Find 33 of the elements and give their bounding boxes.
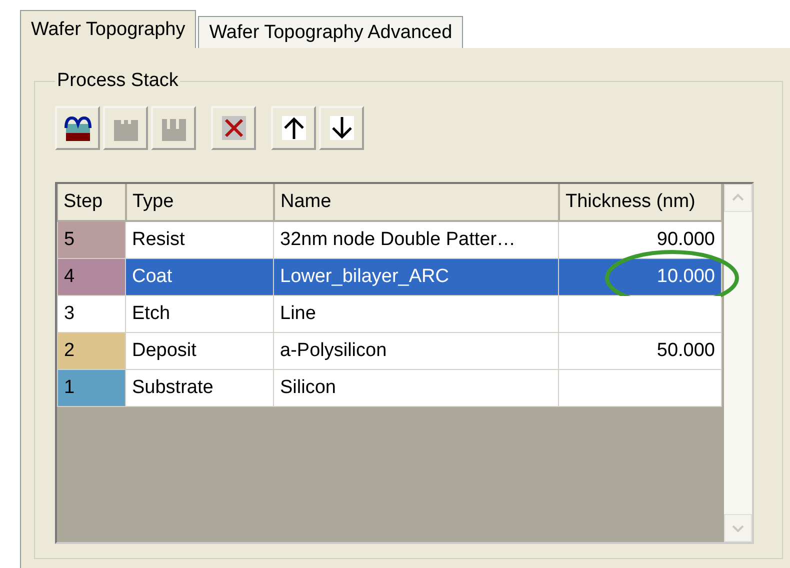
column-header[interactable]: Step bbox=[58, 184, 126, 221]
scroll-down-icon[interactable] bbox=[724, 514, 752, 542]
layer-stack-icon bbox=[64, 114, 92, 142]
step-cell: 5 bbox=[58, 221, 126, 258]
step-cell: 3 bbox=[58, 296, 126, 332]
delete-icon bbox=[220, 114, 248, 142]
toolbar-button[interactable] bbox=[211, 106, 256, 150]
toolbar-button[interactable] bbox=[319, 106, 364, 150]
table-cell: Deposit bbox=[126, 332, 274, 370]
table-cell: a-Polysilicon bbox=[274, 332, 558, 370]
step-cell: 4 bbox=[58, 258, 126, 296]
toolbar-button[interactable] bbox=[55, 106, 100, 150]
group-title: Process Stack bbox=[56, 70, 180, 92]
table-cell: Resist bbox=[126, 221, 274, 258]
table-cell: Coat bbox=[126, 258, 274, 296]
column-header[interactable]: Thickness (nm) bbox=[558, 184, 722, 221]
scrollbar[interactable] bbox=[724, 184, 752, 542]
table-cell: Lower_bilayer_ARC bbox=[274, 258, 558, 296]
table-cell: 90.000 bbox=[558, 221, 722, 258]
tab[interactable]: Wafer Topography Advanced bbox=[198, 16, 464, 48]
table-cell: Line bbox=[274, 296, 558, 332]
table-cell: 32nm node Double Patter… bbox=[274, 221, 558, 258]
tab[interactable]: Wafer Topography bbox=[20, 10, 196, 48]
step-cell: 1 bbox=[58, 370, 126, 406]
table-cell: Silicon bbox=[274, 370, 558, 406]
table-cell: 50.000 bbox=[558, 332, 722, 370]
step-cell: 2 bbox=[58, 332, 126, 370]
column-header[interactable]: Type bbox=[126, 184, 274, 221]
table-cell: Etch bbox=[126, 296, 274, 332]
scroll-up-icon[interactable] bbox=[724, 184, 752, 212]
column-header[interactable]: Name bbox=[274, 184, 558, 221]
table-cell: Substrate bbox=[126, 370, 274, 406]
toolbar-button[interactable] bbox=[271, 106, 316, 150]
